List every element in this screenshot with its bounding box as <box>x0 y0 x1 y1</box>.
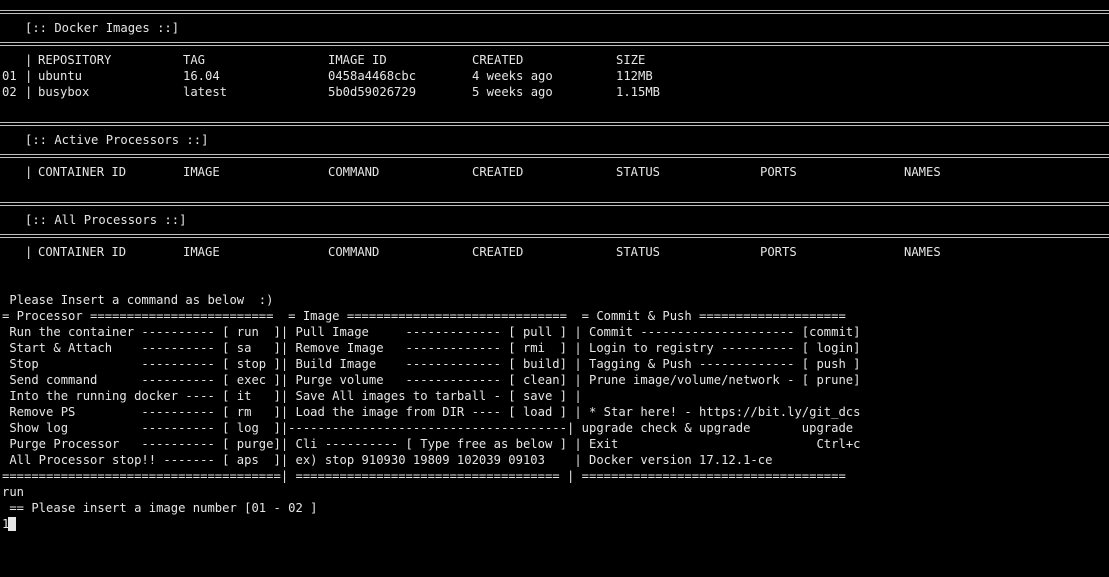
table-row: 02 | busybox latest 5b0d59026729 5 weeks… <box>2 85 661 99</box>
active-header-row: | CONTAINER ID IMAGE COMMAND CREATED STA… <box>25 165 941 179</box>
menu-row: Into the running docker ---- [ it ]| Sav… <box>2 389 582 403</box>
section-title-images: [:: Docker Images ::] <box>25 21 180 35</box>
separator-rule <box>0 116 1109 132</box>
separator-rule <box>0 148 1109 164</box>
text-cursor <box>8 517 17 531</box>
col-tag: TAG <box>183 53 206 67</box>
section-title-all: [:: All Processors ::] <box>25 213 187 227</box>
menu-prompt: Please Insert a command as below :) <box>2 293 274 307</box>
entered-command: run <box>2 485 25 499</box>
menu-footer: ======================================| … <box>2 469 846 483</box>
menu-header: = Processor ========================= = … <box>2 309 846 323</box>
menu-row: Start & Attach ---------- [ sa ]| Remove… <box>2 341 861 355</box>
menu-row: Stop ---------- [ stop ]| Build Image --… <box>2 357 861 371</box>
menu-row: Purge Processor ---------- [ purge]| Cli… <box>2 437 861 451</box>
col-repository: REPOSITORY <box>38 53 112 67</box>
menu-row: Show log ---------- [ log ]|------------… <box>2 421 854 435</box>
separator-rule <box>0 4 1109 20</box>
menu-row: Remove PS ---------- [ rm ]| Load the im… <box>2 405 861 419</box>
command-menu: Please Insert a command as below :) = Pr… <box>0 292 1109 484</box>
separator-rule <box>0 228 1109 244</box>
table-row: 01 | ubuntu 16.04 0458a4468cbc 4 weeks a… <box>2 69 653 83</box>
images-header-row: | REPOSITORY TAG IMAGE ID CREATED SIZE <box>25 53 646 67</box>
col-created: CREATED <box>472 53 524 67</box>
menu-row: All Processor stop!! ------- [ aps ]| ex… <box>2 453 773 467</box>
terminal-window[interactable]: [:: Docker Images ::] | REPOSITORY TAG I… <box>0 4 1109 532</box>
col-image-id: IMAGE ID <box>328 53 387 67</box>
section-title-active: [:: Active Processors ::] <box>25 133 209 147</box>
all-header-row: | CONTAINER ID IMAGE COMMAND CREATED STA… <box>25 245 941 259</box>
col-size: SIZE <box>616 53 646 67</box>
menu-row: Run the container ---------- [ run ]| Pu… <box>2 325 861 339</box>
separator-rule <box>0 36 1109 52</box>
terminal-input-line[interactable]: 1 <box>0 516 1109 532</box>
image-number-prompt: == Please insert a image number [01 - 02… <box>2 501 318 515</box>
menu-row: Send command ---------- [ exec ]| Purge … <box>2 373 861 387</box>
separator-rule <box>0 196 1109 212</box>
